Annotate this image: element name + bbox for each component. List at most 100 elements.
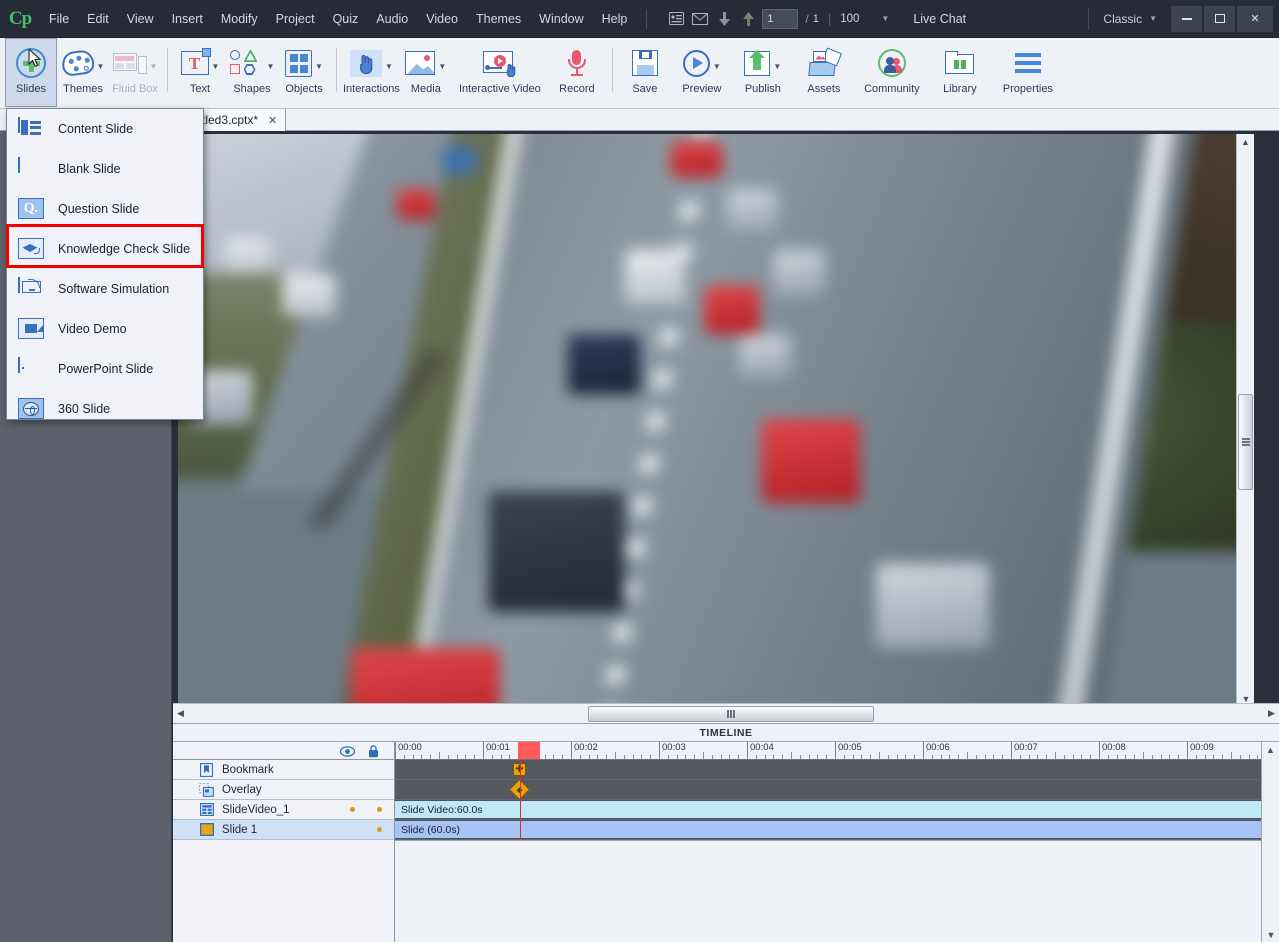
timeline-track-overlay[interactable]	[395, 780, 1261, 800]
toolbar-community-button[interactable]: Community	[855, 38, 929, 107]
scroll-up-icon[interactable]: ▲	[1237, 134, 1254, 149]
slide-bar[interactable]: Slide (60.0s)	[395, 820, 1279, 839]
eye-icon[interactable]	[340, 746, 354, 756]
close-button[interactable]: ✕	[1237, 6, 1273, 32]
dropdown-item-powerpoint-slide[interactable]: PowerPoint Slide	[7, 349, 203, 389]
text-chevron-down-icon[interactable]: ▼	[212, 62, 220, 71]
workspace-selector[interactable]: Classic	[1103, 12, 1142, 26]
ruler-tick	[421, 755, 422, 759]
lock-icon[interactable]	[368, 745, 378, 757]
toolbar-publish-button[interactable]: ▼ Publish	[733, 38, 793, 107]
ruler-tick	[545, 755, 546, 759]
menu-insert[interactable]: Insert	[163, 0, 212, 38]
timeline-row-toggles[interactable]	[350, 807, 382, 812]
menu-divider	[646, 9, 647, 29]
minimize-button[interactable]	[1171, 6, 1202, 32]
toolbar-interactive-video-button[interactable]: Interactive Video	[452, 38, 548, 107]
ruler-tick	[1231, 752, 1232, 759]
shapes-chevron-down-icon[interactable]: ▼	[267, 62, 275, 71]
menu-window[interactable]: Window	[530, 0, 592, 38]
toolbar-interactions-button[interactable]: ▼ Interactions	[343, 38, 400, 107]
menu-file[interactable]: File	[40, 0, 78, 38]
dropdown-item-video-demo[interactable]: Video Demo	[7, 309, 203, 349]
toolbar-themes-button[interactable]: ▼ Themes	[57, 38, 109, 107]
menu-help[interactable]: Help	[593, 0, 637, 38]
canvas-vertical-scrollbar[interactable]: ▲ ▼	[1236, 134, 1254, 703]
document-tab[interactable]: tled3.cptx* ✕	[195, 109, 286, 131]
scroll-right-icon[interactable]: ▶	[1264, 708, 1279, 719]
ruler-tick	[958, 755, 959, 759]
dropdown-item-label: Software Simulation	[58, 282, 169, 296]
dropdown-item-blank-slide[interactable]: Blank Slide	[7, 149, 203, 189]
canvas-hscroll-thumb[interactable]	[588, 706, 874, 722]
timeline-scroll-down-icon[interactable]: ▼	[1262, 927, 1279, 942]
toolbar-shapes-button[interactable]: ▼ Shapes	[226, 38, 278, 107]
close-icon[interactable]: ✕	[268, 114, 277, 127]
dropdown-item-software-simulation[interactable]: Software Simulation	[7, 269, 203, 309]
toolbar-objects-button[interactable]: ▼ Objects	[278, 38, 330, 107]
workspace-chevron-down-icon[interactable]: ▼	[1149, 14, 1157, 23]
toolbar-assets-button[interactable]: Assets	[793, 38, 855, 107]
toolbar-record-button[interactable]: Record	[548, 38, 606, 107]
toolbar-properties-label: Properties	[1003, 83, 1053, 95]
media-chevron-down-icon[interactable]: ▼	[438, 62, 446, 71]
preview-chevron-down-icon[interactable]: ▼	[713, 62, 721, 71]
zoom-chevron-down-icon[interactable]: ▼	[881, 14, 889, 23]
notes-icon[interactable]	[665, 7, 687, 31]
timeline-track-slide1[interactable]: Slide (60.0s)	[395, 820, 1261, 840]
zoom-value[interactable]: 100	[840, 13, 859, 25]
down-arrow-icon[interactable]	[713, 7, 735, 31]
menu-video[interactable]: Video	[417, 0, 467, 38]
maximize-button[interactable]	[1204, 6, 1235, 32]
timeline-track-bookmark[interactable]: ✚	[395, 760, 1261, 780]
timeline-vertical-scrollbar[interactable]: ▲ ▼	[1261, 742, 1279, 942]
menu-themes[interactable]: Themes	[467, 0, 530, 38]
ruler-tick	[1020, 755, 1021, 759]
toolbar-text-button[interactable]: T ▼ Text	[174, 38, 226, 107]
slides-dropdown-menu[interactable]: Content Slide Blank Slide Q. Question Sl…	[6, 108, 204, 420]
dropdown-item-knowledge-check-slide[interactable]: Knowledge Check Slide	[7, 229, 203, 269]
ruler-label: 00:07	[1011, 742, 1038, 760]
canvas-vscroll-thumb[interactable]	[1238, 394, 1253, 490]
toolbar-slides-button[interactable]: Slides	[5, 38, 57, 107]
menu-view[interactable]: View	[118, 0, 163, 38]
playhead-handle[interactable]	[518, 742, 540, 760]
toolbar-properties-button[interactable]: Properties	[991, 38, 1065, 107]
hscroll-track[interactable]	[188, 705, 1264, 723]
slide-number-input[interactable]: 1	[762, 9, 798, 29]
toolbar-save-button[interactable]: Save	[619, 38, 671, 107]
menu-edit[interactable]: Edit	[78, 0, 118, 38]
canvas-horizontal-scrollbar[interactable]: ◀ ▶	[173, 703, 1279, 723]
up-arrow-icon[interactable]	[737, 7, 759, 31]
timeline-row-overlay[interactable]: Overlay	[173, 780, 394, 800]
timeline-row-slide1[interactable]: Slide 1	[173, 820, 394, 840]
interactions-chevron-down-icon[interactable]: ▼	[385, 62, 393, 71]
toolbar-library-button[interactable]: Library	[929, 38, 991, 107]
live-chat-link[interactable]: Live Chat	[913, 12, 966, 26]
publish-chevron-down-icon[interactable]: ▼	[773, 62, 781, 71]
toolbar-media-button[interactable]: ▼ Media	[400, 38, 452, 107]
toolbar-preview-button[interactable]: ▼ Preview	[671, 38, 733, 107]
toolbar-fluid-box-button: ▼ Fluid Box	[109, 38, 161, 107]
menu-modify[interactable]: Modify	[212, 0, 267, 38]
menu-audio[interactable]: Audio	[367, 0, 417, 38]
menu-project[interactable]: Project	[267, 0, 324, 38]
slide-video-bar[interactable]: Slide Video:60.0s	[395, 800, 1279, 819]
timeline-ruler[interactable]: 00:0000:0100:0200:0300:0400:0500:0600:07…	[395, 742, 1261, 760]
timeline-row-toggles[interactable]	[377, 827, 382, 832]
email-icon[interactable]	[689, 7, 711, 31]
slide-canvas[interactable]: ▲ ▼	[178, 134, 1254, 703]
dropdown-item-question-slide[interactable]: Q. Question Slide	[7, 189, 203, 229]
themes-chevron-down-icon[interactable]: ▼	[97, 62, 105, 71]
timeline-row-bookmark[interactable]: Bookmark	[173, 760, 394, 780]
scroll-down-icon[interactable]: ▼	[1237, 691, 1254, 703]
workspace-divider	[1088, 8, 1089, 30]
scroll-left-icon[interactable]: ◀	[173, 708, 188, 719]
dropdown-item-content-slide[interactable]: Content Slide	[7, 109, 203, 149]
dropdown-item-360-slide[interactable]: 360 Slide	[7, 389, 203, 429]
timeline-row-slidevideo[interactable]: SlideVideo_1	[173, 800, 394, 820]
menu-quiz[interactable]: Quiz	[324, 0, 368, 38]
objects-chevron-down-icon[interactable]: ▼	[315, 62, 323, 71]
timeline-scroll-up-icon[interactable]: ▲	[1262, 742, 1279, 757]
timeline-track-slidevideo[interactable]: Slide Video:60.0s	[395, 800, 1261, 820]
